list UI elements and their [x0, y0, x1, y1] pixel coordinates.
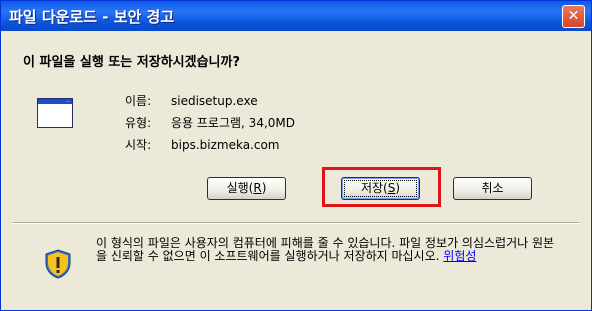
file-name-value: siedisetup.exe [171, 94, 258, 108]
file-name-label: 이름: [125, 94, 152, 108]
divider [13, 222, 579, 224]
file-type-label: 유형: [125, 116, 152, 130]
shield-warning-icon [45, 249, 71, 279]
file-from-label: 시작: [125, 138, 152, 152]
close-button[interactable]: ✕ [562, 5, 585, 28]
title-bar[interactable]: 파일 다운로드 - 보안 경고 ✕ [1, 1, 591, 31]
window-title: 파일 다운로드 - 보안 경고 [9, 8, 175, 26]
save-button-highlight [322, 167, 441, 207]
file-type-row: 유형: 응용 프로그램, 34,0MD [125, 114, 295, 131]
security-warning-text: 이 형식의 파일은 사용자의 컴퓨터에 피해를 줄 수 있습니다. 파일 정보가… [96, 236, 555, 263]
file-from-value: bips.bizmeka.com [171, 138, 280, 152]
file-name-row: 이름: siedisetup.exe [125, 92, 258, 109]
close-icon: ✕ [567, 8, 580, 24]
risk-link[interactable]: 위험성 [443, 249, 476, 263]
application-window-icon: ··· [37, 98, 73, 128]
file-type-value: 응용 프로그램, 34,0MD [171, 116, 295, 130]
cancel-button[interactable]: 취소 [453, 177, 532, 200]
dialog-question: 이 파일을 실행 또는 저장하시겠습니까? [23, 55, 241, 70]
file-from-row: 시작: bips.bizmeka.com [125, 136, 280, 153]
file-download-dialog: 파일 다운로드 - 보안 경고 ✕ 이 파일을 실행 또는 저장하시겠습니까? … [0, 0, 592, 311]
run-button[interactable]: 실행(R) [207, 177, 286, 200]
